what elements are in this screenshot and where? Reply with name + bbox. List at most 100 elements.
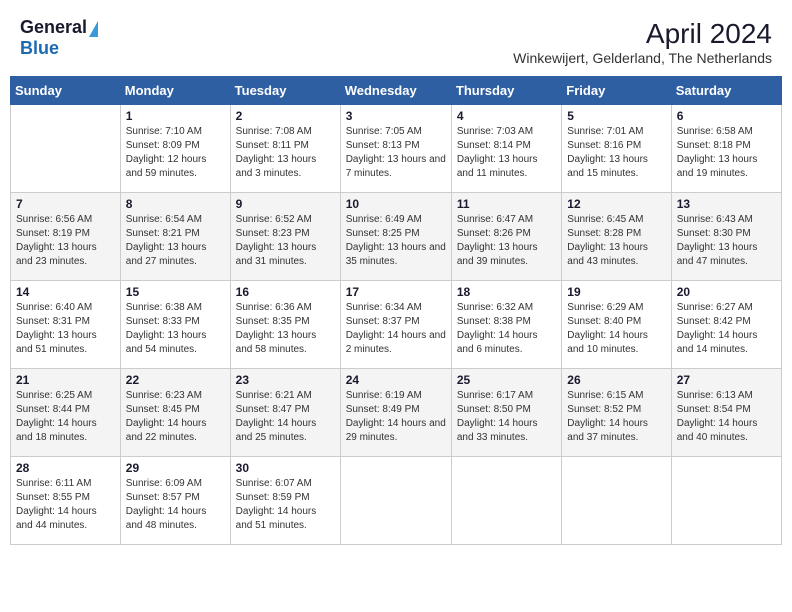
header: General Blue April 2024 Winkewijert, Gel… bbox=[10, 10, 782, 70]
sunrise-text: Sunrise: 6:19 AM bbox=[346, 389, 446, 403]
cell-content: Sunrise: 6:52 AMSunset: 8:23 PMDaylight:… bbox=[236, 213, 335, 269]
calendar-cell: 11Sunrise: 6:47 AMSunset: 8:26 PMDayligh… bbox=[451, 193, 561, 281]
daylight-text: Daylight: 12 hours and 59 minutes. bbox=[126, 153, 225, 181]
sunrise-text: Sunrise: 6:38 AM bbox=[126, 301, 225, 315]
cell-content: Sunrise: 6:56 AMSunset: 8:19 PMDaylight:… bbox=[16, 213, 115, 269]
day-number: 28 bbox=[16, 461, 115, 475]
sunrise-text: Sunrise: 6:52 AM bbox=[236, 213, 335, 227]
daylight-text: Daylight: 13 hours and 51 minutes. bbox=[16, 329, 115, 357]
calendar-cell: 3Sunrise: 7:05 AMSunset: 8:13 PMDaylight… bbox=[340, 105, 451, 193]
sunset-text: Sunset: 8:42 PM bbox=[677, 315, 776, 329]
sunset-text: Sunset: 8:14 PM bbox=[457, 139, 556, 153]
day-number: 5 bbox=[567, 109, 665, 123]
day-number: 6 bbox=[677, 109, 776, 123]
cell-content: Sunrise: 6:09 AMSunset: 8:57 PMDaylight:… bbox=[126, 477, 225, 533]
sunset-text: Sunset: 8:30 PM bbox=[677, 227, 776, 241]
calendar-cell: 7 Sunrise: 6:56 AMSunset: 8:19 PMDaylight… bbox=[11, 193, 121, 281]
sunrise-text: Sunrise: 6:13 AM bbox=[677, 389, 776, 403]
sunrise-text: Sunrise: 6:27 AM bbox=[677, 301, 776, 315]
cell-content: Sunrise: 7:03 AMSunset: 8:14 PMDaylight:… bbox=[457, 125, 556, 181]
cell-content: Sunrise: 7:01 AMSunset: 8:16 PMDaylight:… bbox=[567, 125, 665, 181]
calendar-cell bbox=[340, 457, 451, 545]
sunset-text: Sunset: 8:52 PM bbox=[567, 403, 665, 417]
cell-content: Sunrise: 7:08 AMSunset: 8:11 PMDaylight:… bbox=[236, 125, 335, 181]
calendar-cell: 16Sunrise: 6:36 AMSunset: 8:35 PMDayligh… bbox=[230, 281, 340, 369]
daylight-text: Daylight: 13 hours and 58 minutes. bbox=[236, 329, 335, 357]
sunrise-text: Sunrise: 6:56 AM bbox=[16, 213, 115, 227]
sunset-text: Sunset: 8:11 PM bbox=[236, 139, 335, 153]
calendar-cell: 4Sunrise: 7:03 AMSunset: 8:14 PMDaylight… bbox=[451, 105, 561, 193]
daylight-text: Daylight: 14 hours and 37 minutes. bbox=[567, 417, 665, 445]
day-number: 21 bbox=[16, 373, 115, 387]
sunrise-text: Sunrise: 6:23 AM bbox=[126, 389, 225, 403]
daylight-text: Daylight: 14 hours and 14 minutes. bbox=[677, 329, 776, 357]
daylight-text: Daylight: 14 hours and 48 minutes. bbox=[126, 505, 225, 533]
sunrise-text: Sunrise: 6:54 AM bbox=[126, 213, 225, 227]
calendar-table: SundayMondayTuesdayWednesdayThursdayFrid… bbox=[10, 76, 782, 545]
cell-content: Sunrise: 6:32 AMSunset: 8:38 PMDaylight:… bbox=[457, 301, 556, 357]
daylight-text: Daylight: 14 hours and 29 minutes. bbox=[346, 417, 446, 445]
sunrise-text: Sunrise: 6:32 AM bbox=[457, 301, 556, 315]
day-number: 29 bbox=[126, 461, 225, 475]
weekday-header-friday: Friday bbox=[562, 77, 671, 105]
calendar-cell: 25Sunrise: 6:17 AMSunset: 8:50 PMDayligh… bbox=[451, 369, 561, 457]
daylight-text: Daylight: 13 hours and 39 minutes. bbox=[457, 241, 556, 269]
sunset-text: Sunset: 8:57 PM bbox=[126, 491, 225, 505]
calendar-cell: 5 Sunrise: 7:01 AMSunset: 8:16 PMDaylight… bbox=[562, 105, 671, 193]
cell-content: Sunrise: 6:17 AMSunset: 8:50 PMDaylight:… bbox=[457, 389, 556, 445]
calendar-cell: 18 Sunrise: 6:32 AMSunset: 8:38 PMDayligh… bbox=[451, 281, 561, 369]
calendar-cell: 8Sunrise: 6:54 AMSunset: 8:21 PMDaylight… bbox=[120, 193, 230, 281]
calendar-cell: 20Sunrise: 6:27 AMSunset: 8:42 PMDayligh… bbox=[671, 281, 781, 369]
sunset-text: Sunset: 8:13 PM bbox=[346, 139, 446, 153]
daylight-text: Daylight: 14 hours and 18 minutes. bbox=[16, 417, 115, 445]
daylight-text: Daylight: 13 hours and 11 minutes. bbox=[457, 153, 556, 181]
location-subtitle: Winkewijert, Gelderland, The Netherlands bbox=[513, 50, 772, 66]
sunrise-text: Sunrise: 6:49 AM bbox=[346, 213, 446, 227]
sunrise-text: Sunrise: 6:34 AM bbox=[346, 301, 446, 315]
sunset-text: Sunset: 8:45 PM bbox=[126, 403, 225, 417]
daylight-text: Daylight: 14 hours and 51 minutes. bbox=[236, 505, 335, 533]
sunrise-text: Sunrise: 6:15 AM bbox=[567, 389, 665, 403]
cell-content: Sunrise: 6:07 AMSunset: 8:59 PMDaylight:… bbox=[236, 477, 335, 533]
cell-content: Sunrise: 6:21 AMSunset: 8:47 PMDaylight:… bbox=[236, 389, 335, 445]
page-container: General Blue April 2024 Winkewijert, Gel… bbox=[10, 10, 782, 545]
day-number: 12 bbox=[567, 197, 665, 211]
cell-content: Sunrise: 6:23 AMSunset: 8:45 PMDaylight:… bbox=[126, 389, 225, 445]
daylight-text: Daylight: 14 hours and 2 minutes. bbox=[346, 329, 446, 357]
cell-content: Sunrise: 6:13 AMSunset: 8:54 PMDaylight:… bbox=[677, 389, 776, 445]
sunrise-text: Sunrise: 6:17 AM bbox=[457, 389, 556, 403]
daylight-text: Daylight: 13 hours and 15 minutes. bbox=[567, 153, 665, 181]
sunrise-text: Sunrise: 7:01 AM bbox=[567, 125, 665, 139]
sunset-text: Sunset: 8:26 PM bbox=[457, 227, 556, 241]
cell-content: Sunrise: 6:29 AMSunset: 8:40 PMDaylight:… bbox=[567, 301, 665, 357]
day-number: 27 bbox=[677, 373, 776, 387]
day-number: 13 bbox=[677, 197, 776, 211]
cell-content: Sunrise: 6:11 AMSunset: 8:55 PMDaylight:… bbox=[16, 477, 115, 533]
calendar-cell: 15Sunrise: 6:38 AMSunset: 8:33 PMDayligh… bbox=[120, 281, 230, 369]
calendar-week-row: 28 Sunrise: 6:11 AMSunset: 8:55 PMDayligh… bbox=[11, 457, 782, 545]
daylight-text: Daylight: 13 hours and 3 minutes. bbox=[236, 153, 335, 181]
cell-content: Sunrise: 6:15 AMSunset: 8:52 PMDaylight:… bbox=[567, 389, 665, 445]
daylight-text: Daylight: 14 hours and 10 minutes. bbox=[567, 329, 665, 357]
day-number: 7 bbox=[16, 197, 115, 211]
logo-text: General bbox=[20, 18, 99, 38]
day-number: 18 bbox=[457, 285, 556, 299]
calendar-cell: 2 Sunrise: 7:08 AMSunset: 8:11 PMDaylight… bbox=[230, 105, 340, 193]
day-number: 2 bbox=[236, 109, 335, 123]
calendar-header-row: SundayMondayTuesdayWednesdayThursdayFrid… bbox=[11, 77, 782, 105]
cell-content: Sunrise: 6:49 AMSunset: 8:25 PMDaylight:… bbox=[346, 213, 446, 269]
sunrise-text: Sunrise: 6:47 AM bbox=[457, 213, 556, 227]
cell-content: Sunrise: 6:36 AMSunset: 8:35 PMDaylight:… bbox=[236, 301, 335, 357]
weekday-header-tuesday: Tuesday bbox=[230, 77, 340, 105]
day-number: 3 bbox=[346, 109, 446, 123]
calendar-cell: 30Sunrise: 6:07 AMSunset: 8:59 PMDayligh… bbox=[230, 457, 340, 545]
cell-content: Sunrise: 7:10 AMSunset: 8:09 PMDaylight:… bbox=[126, 125, 225, 181]
sunrise-text: Sunrise: 6:45 AM bbox=[567, 213, 665, 227]
weekday-header-wednesday: Wednesday bbox=[340, 77, 451, 105]
sunset-text: Sunset: 8:31 PM bbox=[16, 315, 115, 329]
sunset-text: Sunset: 8:28 PM bbox=[567, 227, 665, 241]
daylight-text: Daylight: 14 hours and 44 minutes. bbox=[16, 505, 115, 533]
calendar-week-row: 7 Sunrise: 6:56 AMSunset: 8:19 PMDaylight… bbox=[11, 193, 782, 281]
sunrise-text: Sunrise: 6:25 AM bbox=[16, 389, 115, 403]
sunset-text: Sunset: 8:40 PM bbox=[567, 315, 665, 329]
